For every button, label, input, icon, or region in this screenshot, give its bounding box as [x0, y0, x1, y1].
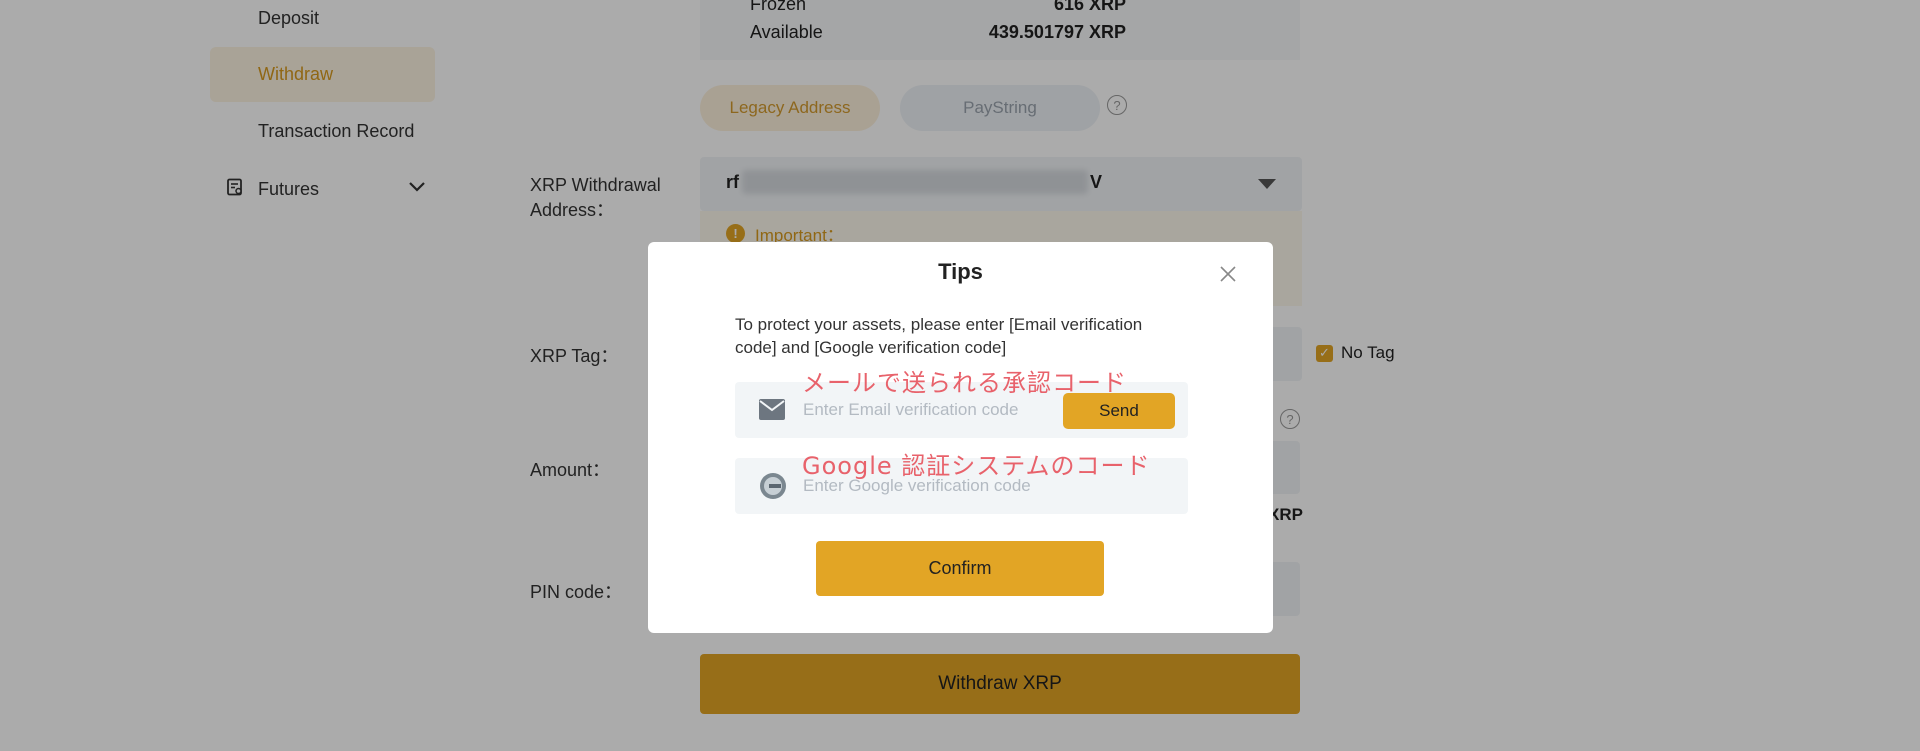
close-icon[interactable]	[1216, 262, 1240, 286]
modal-title: Tips	[938, 259, 983, 284]
tips-modal: Tips To protect your assets, please ente…	[648, 242, 1273, 633]
mail-icon	[759, 399, 785, 425]
google-code-annotation: Google 認証システムのコード	[802, 452, 1151, 480]
google-authenticator-icon	[759, 472, 787, 505]
modal-message: To protect your assets, please enter [Em…	[735, 315, 1143, 357]
email-code-annotation: メールで送られる承認コード	[802, 369, 1127, 397]
send-button[interactable]: Send	[1063, 393, 1175, 429]
confirm-button[interactable]: Confirm	[816, 541, 1104, 596]
